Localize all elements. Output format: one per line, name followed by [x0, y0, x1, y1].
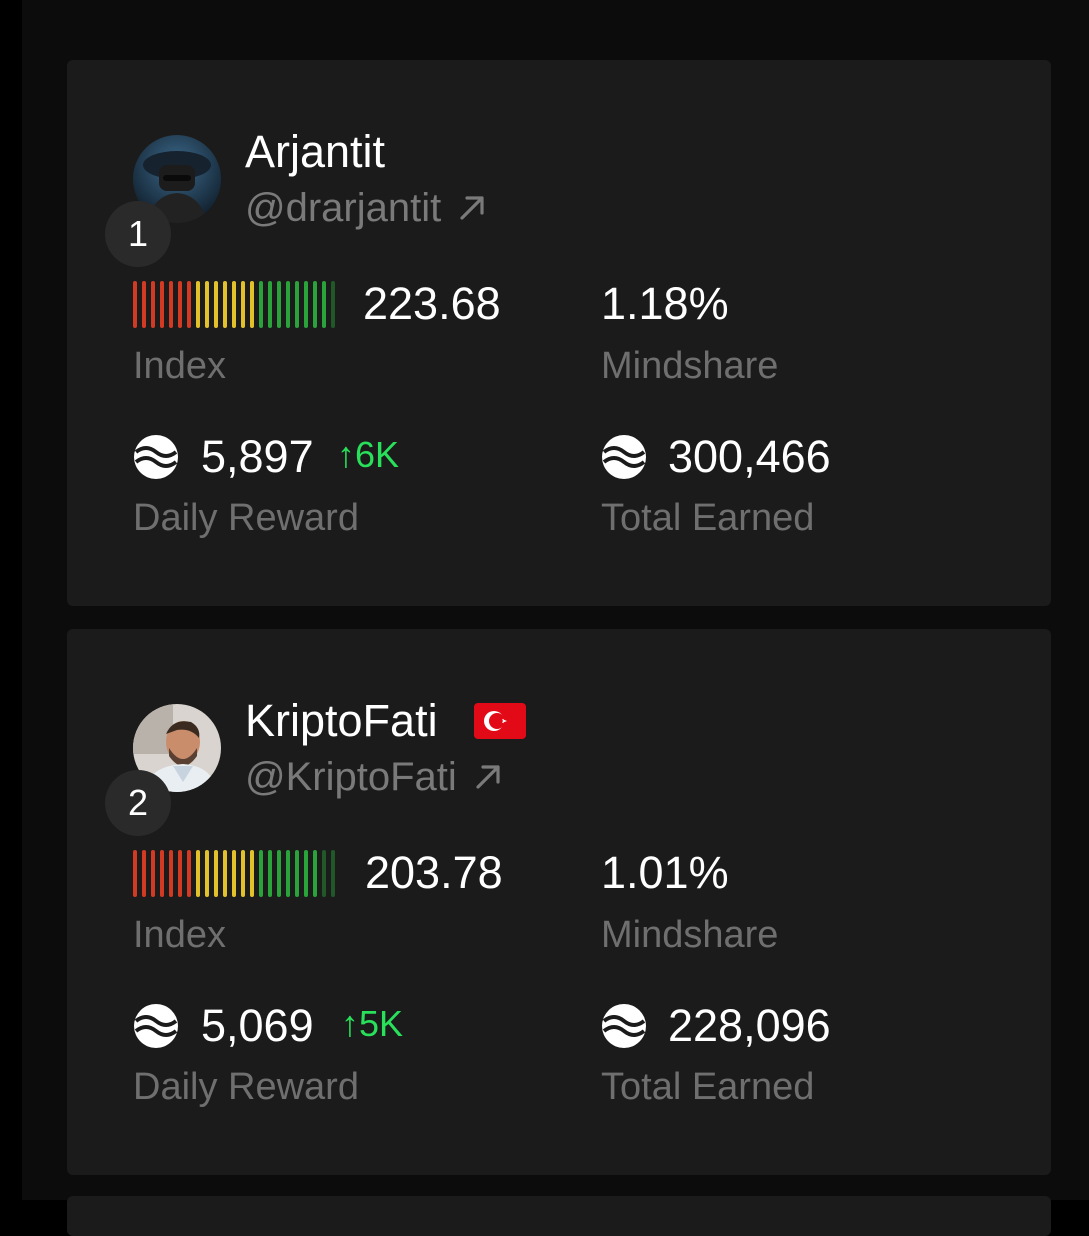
user-handle: @KriptoFati — [245, 754, 457, 799]
index-tick — [313, 281, 317, 328]
index-tick — [295, 281, 299, 328]
user-handle: @drarjantit — [245, 185, 442, 230]
index-tick — [304, 281, 308, 328]
index-tick — [268, 850, 272, 897]
index-tick — [178, 850, 182, 897]
index-tick — [151, 850, 155, 897]
index-tick — [241, 281, 245, 328]
index-meter — [133, 281, 335, 328]
index-tick — [169, 281, 173, 328]
index-tick — [196, 850, 200, 897]
daily-reward-value: 5,897 — [201, 431, 314, 482]
arrow-up-right-icon — [476, 765, 500, 789]
user-name[interactable]: KriptoFati — [245, 695, 438, 747]
index-tick — [259, 850, 263, 897]
daily-reward-delta: ↑6K — [337, 434, 400, 475]
handle-link[interactable]: @KriptoFati — [245, 753, 503, 801]
index-tick — [223, 281, 227, 328]
index-tick — [214, 281, 218, 328]
total-earned-value: 300,466 — [668, 431, 831, 482]
token-coin-icon — [602, 435, 646, 479]
index-meter — [133, 850, 335, 897]
index-label: Index — [133, 345, 226, 387]
index-tick — [205, 850, 209, 897]
index-tick — [232, 281, 236, 328]
turkey-flag-icon — [474, 703, 526, 739]
leaderboard-card[interactable]: 1 Arjantit @drarjantit 223.68 Index 1.18… — [67, 60, 1051, 606]
index-tick — [313, 850, 317, 897]
index-tick — [268, 281, 272, 328]
index-tick — [214, 850, 218, 897]
daily-reward-delta: ↑5K — [341, 1003, 404, 1044]
index-tick — [250, 850, 254, 897]
index-tick — [133, 850, 137, 897]
token-coin-icon — [134, 1004, 178, 1048]
total-earned-value: 228,096 — [668, 1000, 831, 1051]
index-tick — [277, 281, 281, 328]
mindshare-label: Mindshare — [601, 345, 779, 387]
rank-badge: 1 — [105, 201, 171, 267]
index-tick — [250, 281, 254, 328]
index-value: 203.78 — [365, 847, 503, 898]
total-earned-label: Total Earned — [601, 1066, 815, 1108]
index-label: Index — [133, 914, 226, 956]
index-tick — [142, 850, 146, 897]
index-tick — [241, 850, 245, 897]
index-tick — [151, 281, 155, 328]
total-earned-label: Total Earned — [601, 497, 815, 539]
index-tick — [304, 850, 308, 897]
index-tick — [169, 850, 173, 897]
daily-reward-value: 5,069 — [201, 1000, 314, 1051]
token-coin-icon — [134, 435, 178, 479]
index-tick — [133, 281, 137, 328]
index-tick — [196, 281, 200, 328]
leaderboard-card[interactable]: 2 KriptoFati @KriptoFati 203.78 Index 1.… — [67, 629, 1051, 1175]
arrow-up-right-icon — [460, 196, 484, 220]
mindshare-value: 1.01% — [601, 847, 729, 898]
index-tick — [178, 281, 182, 328]
index-tick — [286, 281, 290, 328]
index-tick — [277, 850, 281, 897]
index-tick — [187, 281, 191, 328]
index-tick — [331, 281, 335, 328]
index-tick — [286, 850, 290, 897]
index-tick — [187, 850, 191, 897]
user-name[interactable]: Arjantit — [245, 126, 385, 178]
mindshare-label: Mindshare — [601, 914, 779, 956]
index-tick — [331, 850, 335, 897]
index-tick — [322, 850, 326, 897]
index-tick — [232, 850, 236, 897]
index-tick — [223, 850, 227, 897]
index-tick — [142, 281, 146, 328]
index-tick — [295, 850, 299, 897]
leaderboard-card[interactable] — [67, 1196, 1051, 1236]
index-tick — [322, 281, 326, 328]
rank-badge: 2 — [105, 770, 171, 836]
daily-reward-label: Daily Reward — [133, 1066, 359, 1108]
handle-link[interactable]: @drarjantit — [245, 184, 487, 232]
index-tick — [160, 281, 164, 328]
index-value: 223.68 — [363, 278, 501, 329]
index-tick — [259, 281, 263, 328]
token-coin-icon — [602, 1004, 646, 1048]
daily-reward-label: Daily Reward — [133, 497, 359, 539]
index-tick — [205, 281, 209, 328]
mindshare-value: 1.18% — [601, 278, 729, 329]
index-tick — [160, 850, 164, 897]
